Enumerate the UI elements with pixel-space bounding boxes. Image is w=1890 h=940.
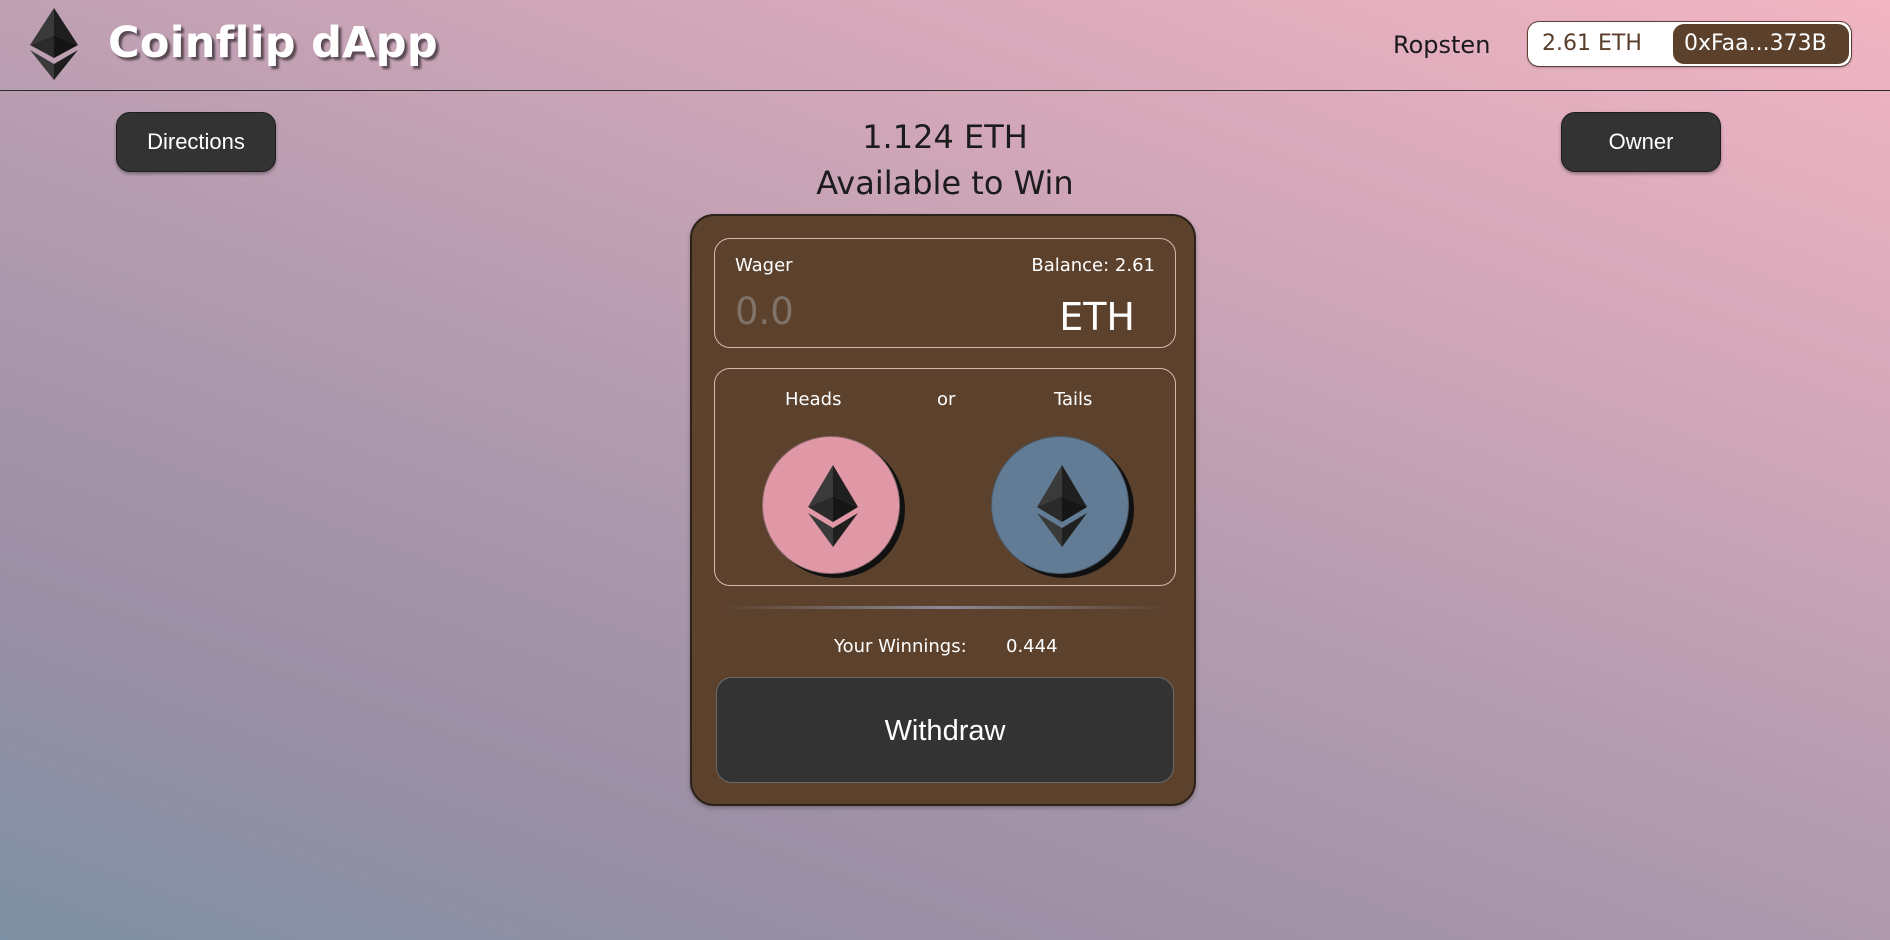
tails-label: Tails bbox=[1054, 389, 1093, 410]
owner-button[interactable]: Owner bbox=[1561, 112, 1721, 172]
divider bbox=[720, 606, 1170, 609]
winnings-label: Your Winnings: bbox=[834, 636, 967, 657]
prize-caption: Available to Win bbox=[816, 164, 1074, 202]
ethereum-icon bbox=[808, 465, 858, 547]
heads-coin-button[interactable] bbox=[762, 436, 900, 574]
ethereum-icon bbox=[1037, 465, 1087, 547]
wallet-balance: 2.61 ETH bbox=[1542, 31, 1642, 56]
app-title: Coinflip dApp bbox=[108, 18, 438, 68]
wager-panel: Wager Balance: 2.61 ETH bbox=[714, 238, 1176, 348]
wallet-address[interactable]: 0xFaa...373B bbox=[1673, 24, 1849, 64]
heads-label: Heads bbox=[785, 389, 842, 410]
tails-coin-button[interactable] bbox=[991, 436, 1129, 574]
app-header: Coinflip dApp Ropsten 2.61 ETH 0xFaa...3… bbox=[0, 0, 1890, 91]
network-name: Ropsten bbox=[1393, 31, 1491, 59]
wager-input[interactable] bbox=[735, 287, 985, 335]
prize-pool: 1.124 ETH Available to Win bbox=[745, 114, 1145, 206]
balance-label: Balance: 2.61 bbox=[1031, 255, 1155, 276]
winnings-value: 0.444 bbox=[1006, 636, 1058, 657]
wager-unit: ETH bbox=[1059, 295, 1135, 339]
withdraw-button[interactable]: Withdraw bbox=[716, 677, 1174, 783]
or-label: or bbox=[937, 389, 956, 410]
directions-button[interactable]: Directions bbox=[116, 112, 276, 172]
wallet-account-pill[interactable]: 2.61 ETH 0xFaa...373B bbox=[1527, 21, 1852, 67]
ethereum-logo-icon bbox=[30, 8, 78, 80]
coinflip-card: Wager Balance: 2.61 ETH Heads or Tails bbox=[690, 214, 1196, 806]
coin-choice-panel: Heads or Tails bbox=[714, 368, 1176, 586]
prize-amount: 1.124 ETH bbox=[862, 118, 1028, 156]
wager-label: Wager bbox=[735, 255, 793, 276]
